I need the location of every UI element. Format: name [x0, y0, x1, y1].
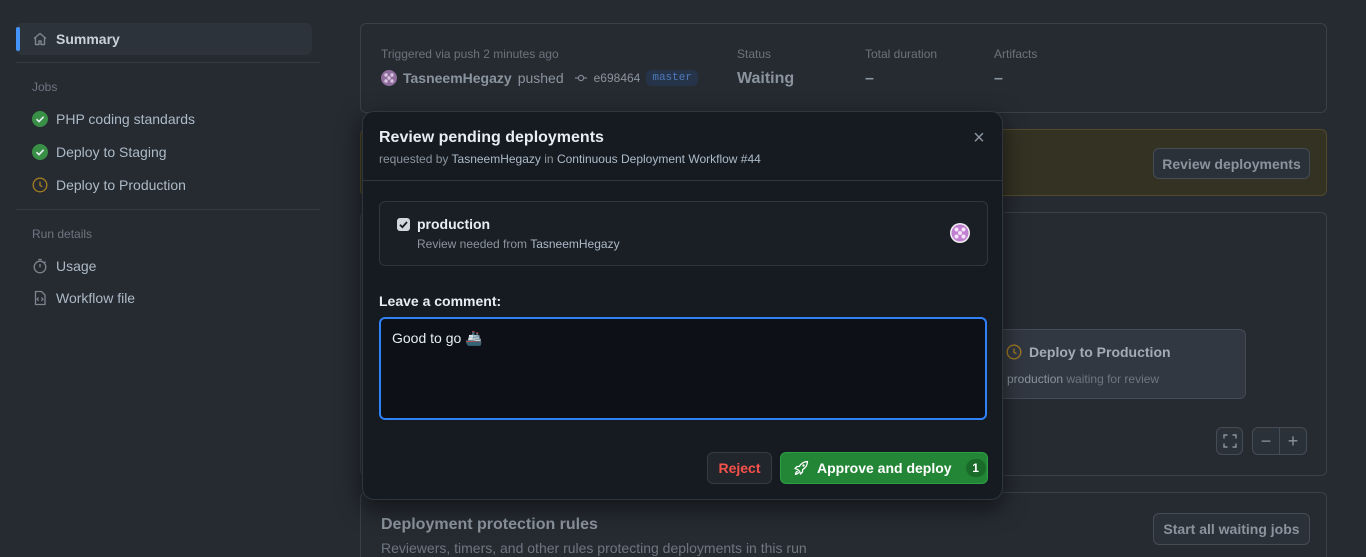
dialog-subtitle: requested by TasneemHegazy in Continuous…	[379, 152, 761, 166]
sidebar-summary-label: Summary	[56, 31, 120, 47]
sidebar-item-workflow-file[interactable]: Workflow file	[32, 288, 135, 308]
dialog-header-divider	[363, 180, 1002, 181]
close-icon: ×	[973, 126, 985, 149]
artifacts-value: –	[994, 70, 1003, 87]
start-all-waiting-jobs-button[interactable]: Start all waiting jobs	[1153, 513, 1310, 545]
home-icon	[32, 31, 48, 47]
zoom-in-button[interactable]: +	[1279, 427, 1307, 455]
active-indicator	[16, 27, 20, 51]
reviewer-avatar	[950, 223, 970, 243]
graph-job-title-row: Deploy to Production	[1006, 344, 1171, 360]
zoom-out-button[interactable]: −	[1252, 427, 1280, 455]
graph-job-title: Deploy to Production	[1029, 344, 1171, 360]
reject-button[interactable]: Reject	[707, 452, 772, 484]
actor-link[interactable]: TasneemHegazy	[403, 70, 512, 86]
graph-job-node[interactable]	[990, 329, 1246, 399]
environment-name: production	[417, 216, 491, 232]
reviewer-name: TasneemHegazy	[530, 237, 620, 251]
fullscreen-icon	[1222, 434, 1237, 448]
branch-badge[interactable]: master	[646, 70, 698, 86]
check-circle-icon	[32, 144, 48, 160]
environment-option[interactable]	[379, 201, 988, 266]
file-code-icon	[32, 290, 48, 306]
sidebar-divider	[16, 62, 320, 63]
clock-icon	[32, 177, 48, 193]
avatar	[381, 70, 397, 86]
job-label: Deploy to Staging	[56, 144, 167, 160]
duration-value: –	[865, 70, 874, 87]
git-commit-icon	[574, 71, 588, 85]
workflow-link[interactable]: Continuous Deployment Workflow #44	[557, 152, 761, 166]
rocket-icon	[793, 460, 809, 476]
sidebar-item-usage[interactable]: Usage	[32, 256, 96, 276]
sidebar-job-php-coding-standards[interactable]: PHP coding standards	[32, 109, 195, 129]
artifacts-label: Artifacts	[994, 47, 1038, 61]
protection-rules-title: Deployment protection rules	[381, 516, 598, 533]
workflow-file-label: Workflow file	[56, 290, 136, 306]
sidebar-job-deploy-to-staging[interactable]: Deploy to Staging	[32, 142, 167, 162]
status-value: Waiting	[737, 70, 795, 87]
approve-and-deploy-button[interactable]: Approve and deploy 1	[780, 452, 988, 484]
close-button[interactable]: ×	[967, 126, 991, 150]
commit-line: TasneemHegazy pushed e698464 master	[381, 70, 698, 86]
protection-rules-subtitle: Reviewers, timers, and other rules prote…	[381, 540, 807, 556]
environment-checkbox[interactable]	[397, 218, 410, 231]
stopwatch-icon	[32, 258, 48, 274]
job-label: Deploy to Production	[56, 177, 186, 193]
requested-prefix: requested by	[379, 152, 449, 166]
run-details-heading: Run details	[32, 227, 93, 241]
clock-icon	[1006, 344, 1022, 360]
jobs-heading: Jobs	[32, 80, 58, 94]
sidebar-item-summary-content[interactable]: Summary	[32, 29, 120, 49]
duration-label: Total duration	[865, 47, 938, 61]
comment-label: Leave a comment:	[379, 293, 502, 309]
checkmark-icon	[399, 221, 408, 229]
review-deployments-dialog: Review pending deployments requested by …	[362, 111, 1003, 500]
status-label: Status	[737, 47, 772, 61]
dialog-title: Review pending deployments	[379, 129, 604, 146]
comment-text: Good to go 🚢	[392, 330, 483, 346]
trigger-label: Triggered via push 2 minutes ago	[381, 47, 559, 61]
graph-env-suffix: waiting for review	[1066, 372, 1160, 386]
job-label: PHP coding standards	[56, 111, 196, 127]
commit-sha[interactable]: e698464	[594, 71, 641, 85]
requester-link[interactable]: TasneemHegazy	[452, 152, 541, 166]
action-text: pushed	[517, 70, 564, 86]
review-prefix: Review needed from	[417, 237, 528, 251]
sidebar-job-deploy-to-production[interactable]: Deploy to Production	[32, 175, 186, 195]
approve-label: Approve and deploy	[817, 460, 952, 476]
graph-job-subtitle: production waiting for review	[1007, 372, 1159, 386]
approve-count-badge: 1	[965, 459, 986, 477]
environment-review-line: Review needed from TasneemHegazy	[417, 237, 620, 251]
comment-textarea[interactable]: Good to go 🚢	[379, 317, 987, 420]
review-deployments-button[interactable]: Review deployments	[1153, 148, 1310, 179]
run-info-card	[360, 23, 1327, 113]
check-circle-icon	[32, 111, 48, 127]
usage-label: Usage	[56, 258, 97, 274]
sidebar-divider	[16, 209, 320, 210]
graph-env-name: production	[1007, 372, 1064, 386]
in-word: in	[544, 152, 554, 166]
fullscreen-button[interactable]	[1216, 427, 1243, 455]
